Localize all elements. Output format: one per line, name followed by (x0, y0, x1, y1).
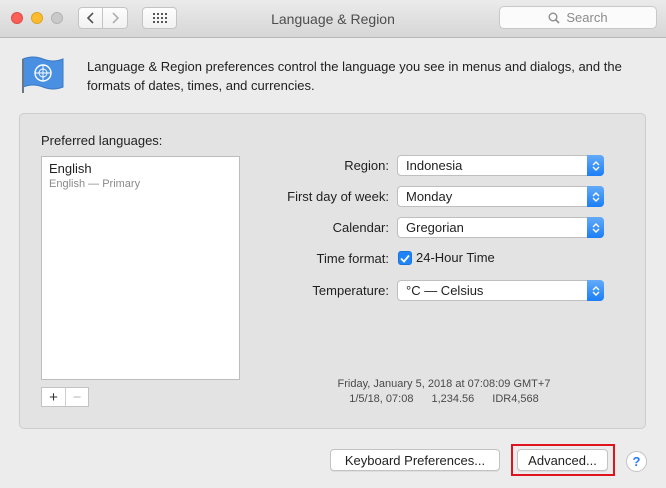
intro-description: Language & Region preferences control th… (87, 59, 622, 93)
preferred-languages-label: Preferred languages: (41, 133, 163, 148)
sample-formats: 1/5/18, 07:08 1,234.56 IDR4,568 (309, 393, 579, 405)
search-icon (548, 12, 560, 24)
calendar-value: Gregorian (406, 220, 464, 235)
advanced-button[interactable]: Advanced... (517, 449, 608, 471)
sample-datetime: Friday, January 5, 2018 at 07:08:09 GMT+… (337, 378, 551, 390)
help-button[interactable]: ? (626, 451, 647, 472)
first-day-value: Monday (406, 189, 453, 204)
24-hour-checkbox[interactable] (398, 251, 412, 265)
checkmark-icon (400, 254, 410, 263)
search-placeholder: Search (566, 10, 608, 25)
region-popup[interactable]: Indonesia (397, 155, 604, 176)
title-bar: Language & Region Search (0, 0, 666, 38)
add-remove-control: + − (41, 387, 89, 407)
calendar-popup[interactable]: Gregorian (397, 217, 604, 238)
search-field[interactable]: Search (499, 6, 657, 29)
keyboard-preferences-button[interactable]: Keyboard Preferences... (330, 449, 500, 471)
calendar-label: Calendar: (332, 220, 389, 235)
remove-language-button[interactable]: − (64, 388, 88, 406)
up-down-arrows-icon (587, 155, 604, 176)
language-item-subtitle: English — Primary (49, 178, 141, 190)
first-day-label: First day of week: (287, 189, 389, 204)
temperature-value: °C — Celsius (406, 283, 484, 298)
24-hour-label[interactable]: 24-Hour Time (416, 250, 495, 265)
region-value: Indonesia (406, 158, 463, 173)
united-nations-flag-icon (22, 56, 64, 93)
language-item-name[interactable]: English (49, 161, 92, 176)
temperature-label: Temperature: (312, 283, 389, 298)
sample-number: 1,234.56 (431, 393, 475, 405)
up-down-arrows-icon (587, 217, 604, 238)
up-down-arrows-icon (587, 280, 604, 301)
time-format-label: Time format: (316, 251, 389, 266)
first-day-popup[interactable]: Monday (397, 186, 604, 207)
sample-short-date: 1/5/18, 07:08 (349, 393, 414, 405)
up-down-arrows-icon (587, 186, 604, 207)
sample-currency: IDR4,568 (492, 393, 539, 405)
settings-panel: Preferred languages: English English — P… (19, 113, 646, 429)
temperature-popup[interactable]: °C — Celsius (397, 280, 604, 301)
add-language-button[interactable]: + (42, 388, 65, 406)
region-label: Region: (344, 158, 389, 173)
